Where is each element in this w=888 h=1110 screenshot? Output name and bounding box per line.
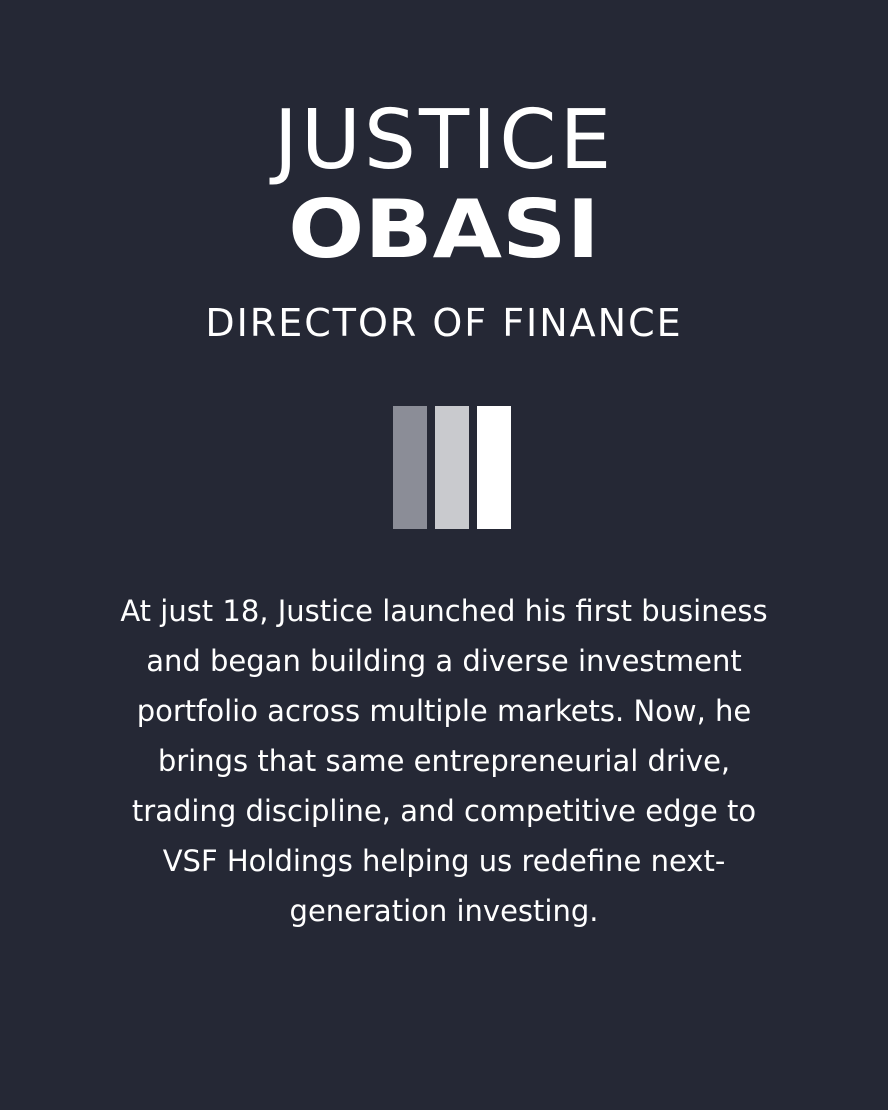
first-name: JUSTICE (273, 93, 615, 188)
job-title: DIRECTOR OF FINANCE (205, 301, 683, 345)
last-name: OBASI (288, 183, 600, 276)
logo-bar-middle (435, 406, 469, 529)
three-bars-logo-icon (393, 406, 512, 529)
profile-card: JUSTICE OBASI DIRECTOR OF FINANCE At jus… (0, 0, 888, 1110)
bio-paragraph: At just 18, Justice launched his first b… (120, 594, 768, 928)
logo-bar-right (477, 406, 511, 529)
logo-bar-left (393, 406, 427, 529)
